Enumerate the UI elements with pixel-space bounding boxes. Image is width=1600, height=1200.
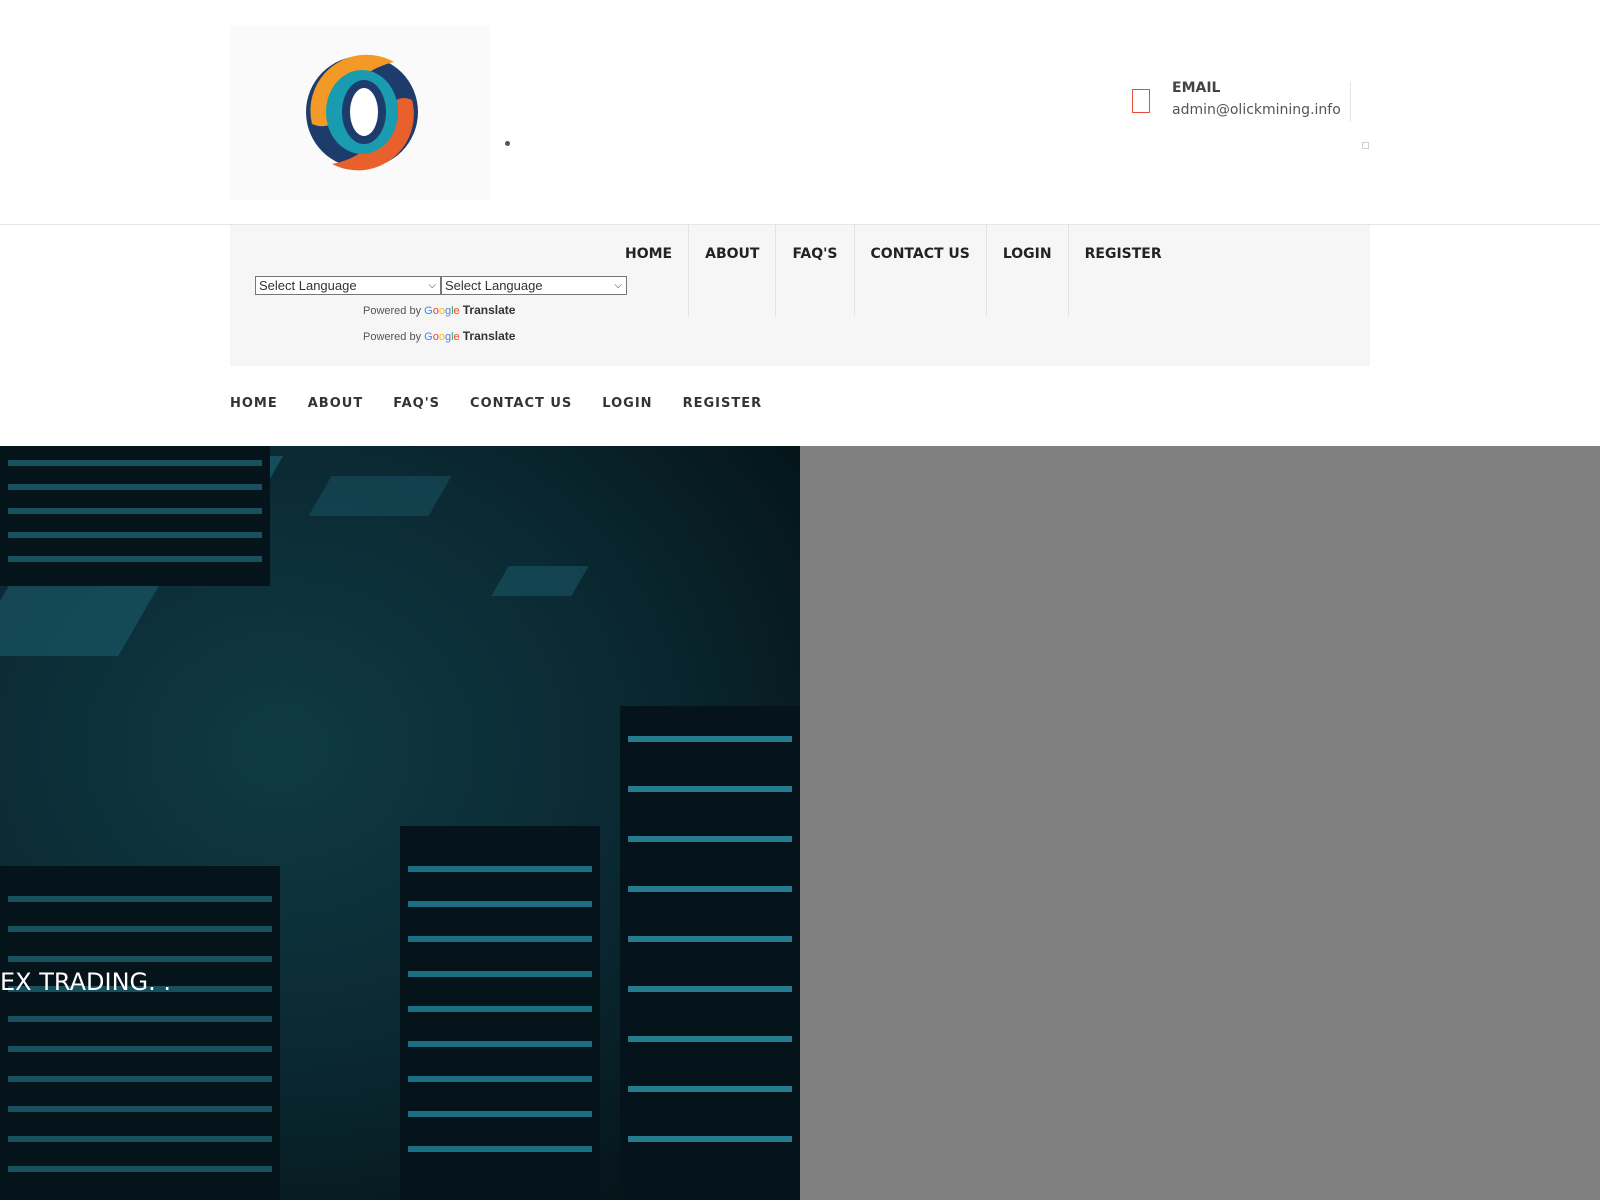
hero-image [0, 446, 800, 1200]
header-bullet [505, 141, 510, 146]
olick-mining-logo-icon [306, 54, 418, 171]
nav-item-home[interactable]: HOME [625, 225, 690, 316]
powered-by-label: Powered by [363, 305, 422, 317]
google-logo: Google [424, 305, 460, 317]
nav-item-home[interactable]: HOME [230, 396, 278, 411]
chevron-down-icon: ⌵ [428, 280, 436, 291]
nav-item-contact[interactable]: CONTACT US [855, 225, 987, 316]
powered-by-label: Powered by [363, 331, 422, 343]
ceiling-panel [491, 566, 589, 596]
email-title: EMAIL [1172, 80, 1221, 96]
nav-item-login[interactable]: LOGIN [987, 225, 1069, 316]
hero-overlay [800, 446, 1600, 1200]
language-select-value: Select Language [259, 278, 357, 293]
powered-by-google-translate[interactable]: Powered by Google Translate [363, 329, 515, 343]
main-nav: HOME ABOUT FAQ'S CONTACT US LOGIN REGIST… [230, 396, 792, 411]
email-link[interactable]: admin@olickmining.info [1172, 102, 1341, 118]
language-select-value: Select Language [445, 278, 543, 293]
divider [1350, 82, 1351, 122]
hero-heading: EX TRADING. . [0, 968, 172, 996]
translate-label: Translate [462, 303, 516, 317]
nav-item-faqs[interactable]: FAQ'S [776, 225, 855, 316]
nav-item-register[interactable]: REGISTER [683, 396, 763, 411]
nav-item-faqs[interactable]: FAQ'S [393, 396, 440, 411]
server-rack [0, 866, 280, 1200]
top-nav: HOME ABOUT FAQ'S CONTACT US LOGIN REGIST… [625, 225, 1178, 316]
logo[interactable] [230, 26, 490, 200]
nav-item-contact[interactable]: CONTACT US [470, 396, 572, 411]
nav-item-register[interactable]: REGISTER [1069, 225, 1178, 316]
language-select[interactable]: Select Language ⌵ [441, 276, 627, 295]
menu-toggle-icon[interactable] [1362, 142, 1369, 149]
server-rack [0, 446, 270, 586]
google-logo: Google [424, 331, 460, 343]
powered-by-google-translate[interactable]: Powered by Google Translate [363, 303, 515, 317]
server-rack [620, 706, 800, 1200]
nav-panel: HOME ABOUT FAQ'S CONTACT US LOGIN REGIST… [230, 225, 1370, 366]
language-select[interactable]: Select Language ⌵ [255, 276, 441, 295]
nav-item-login[interactable]: LOGIN [602, 396, 652, 411]
chevron-down-icon: ⌵ [614, 280, 622, 291]
language-selects: Select Language ⌵ Select Language ⌵ [255, 276, 627, 295]
translate-label: Translate [462, 329, 516, 343]
envelope-icon [1132, 89, 1150, 113]
ceiling-panel [308, 476, 452, 516]
nav-item-about[interactable]: ABOUT [689, 225, 777, 316]
nav-item-about[interactable]: ABOUT [308, 396, 363, 411]
server-rack [400, 826, 600, 1200]
